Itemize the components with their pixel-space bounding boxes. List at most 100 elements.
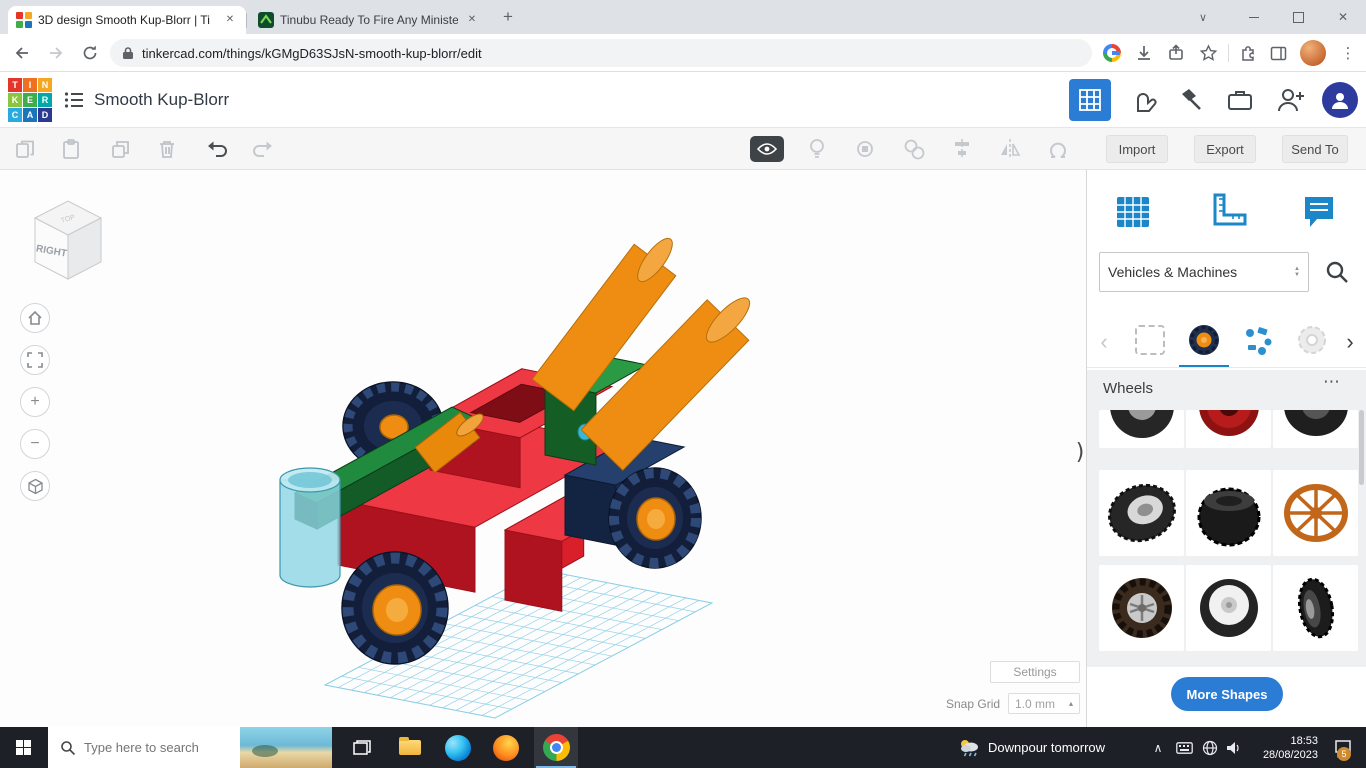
model-right-wheel[interactable] [609, 468, 701, 568]
network-globe-icon[interactable] [1198, 727, 1222, 768]
shape-search-button[interactable] [1315, 252, 1359, 292]
home-view-button[interactable] [20, 303, 50, 333]
carousel-right-icon[interactable]: › [1339, 328, 1361, 356]
3d-viewport[interactable]: TOP RIGHT + − Settings Snap Grid 1.0 mm … [0, 170, 1086, 727]
close-tab-icon[interactable]: ✕ [222, 12, 238, 28]
close-tab-icon[interactable]: ✕ [464, 12, 480, 28]
perspective-toggle-button[interactable] [20, 471, 50, 501]
browser-profile-avatar[interactable] [1300, 40, 1326, 66]
lock-omega-icon[interactable] [1045, 136, 1071, 162]
workplane-tool-icon[interactable] [1103, 184, 1163, 240]
shape-thumb-wagon-wheel[interactable] [1273, 470, 1358, 556]
redo-icon[interactable] [250, 136, 276, 162]
blocks-view-button[interactable] [1069, 79, 1111, 121]
forward-button[interactable] [42, 39, 70, 67]
panel-collapse-handle[interactable]: ) [1072, 432, 1086, 472]
file-explorer-button[interactable] [388, 727, 432, 768]
back-button[interactable] [8, 39, 36, 67]
shape-thumb-partial[interactable] [1273, 410, 1358, 448]
tools-hammer-icon[interactable] [1174, 82, 1210, 118]
ungroup-icon[interactable] [901, 136, 927, 162]
share-icon[interactable] [1164, 41, 1188, 65]
zoom-out-button[interactable]: − [20, 429, 50, 459]
add-person-icon[interactable] [1272, 82, 1308, 118]
design-title[interactable]: Smooth Kup-Blorr [94, 72, 229, 128]
design-list-icon[interactable] [56, 82, 92, 118]
snap-grid-dropdown[interactable]: 1.0 mm ▴ [1008, 693, 1080, 714]
duplicate-icon[interactable] [108, 136, 134, 162]
panel-scrollbar[interactable] [1359, 410, 1364, 485]
task-view-button[interactable] [340, 727, 384, 768]
glove-sim-icon[interactable] [1125, 82, 1161, 118]
carousel-left-icon[interactable]: ‹ [1093, 328, 1115, 356]
inspect-eye-button[interactable] [750, 136, 784, 162]
browser-menu-icon[interactable]: ⋮ [1336, 41, 1360, 65]
section-menu-icon[interactable]: ⋯ [1323, 372, 1340, 392]
taskbar-weather[interactable]: Downpour tomorrow [958, 727, 1138, 768]
import-button[interactable]: Import [1106, 135, 1168, 163]
google-icon[interactable] [1100, 41, 1124, 65]
firefox-button[interactable] [484, 727, 528, 768]
edge-button[interactable] [436, 727, 480, 768]
show-all-bulb-icon[interactable] [804, 136, 830, 162]
new-tab-button[interactable]: + [496, 5, 520, 29]
taskbar-search-box[interactable]: Type here to search [48, 727, 332, 768]
delete-trash-icon[interactable] [154, 136, 180, 162]
send-to-button[interactable]: Send To [1282, 135, 1348, 163]
shape-thumb-whitewall-wheel[interactable] [1186, 565, 1271, 651]
window-minimize-button[interactable] [1232, 0, 1276, 34]
extensions-puzzle-icon[interactable] [1236, 41, 1260, 65]
window-close-button[interactable]: ✕ [1320, 0, 1366, 34]
shape-category-select[interactable]: Vehicles & Machines ▲▼ [1099, 252, 1309, 292]
settings-button[interactable]: Settings [990, 661, 1080, 683]
zoom-in-button[interactable]: + [20, 387, 50, 417]
shape-thumb-partial[interactable] [1186, 410, 1271, 448]
shape-thumb-thin-tire[interactable] [1273, 565, 1358, 651]
edge-icon [445, 735, 471, 761]
shape-grid-scroll-area[interactable]: Wheels ⋯ [1087, 370, 1366, 667]
more-shapes-button[interactable]: More Shapes [1171, 677, 1283, 711]
clock-time: 18:53 [1290, 734, 1318, 748]
view-cube[interactable]: TOP RIGHT [22, 188, 114, 286]
url-field[interactable]: tinkercad.com/things/kGMgD63SJsN-smooth-… [110, 39, 1092, 67]
action-center-button[interactable]: 5 [1326, 727, 1360, 768]
bookmark-star-icon[interactable] [1196, 41, 1220, 65]
shape-thumb-brown-wheel[interactable] [1099, 565, 1184, 651]
carousel-item-parts[interactable] [1233, 315, 1283, 365]
tinkercad-logo[interactable]: TIN KER CAD [8, 78, 52, 122]
carousel-item-gears[interactable] [1287, 315, 1337, 365]
tab-news[interactable]: Tinubu Ready To Fire Any Ministe ✕ [250, 6, 488, 34]
paste-icon[interactable] [58, 136, 84, 162]
briefcase-icon[interactable] [1222, 82, 1258, 118]
carousel-item-select[interactable] [1125, 315, 1175, 365]
notes-tool-icon[interactable] [1289, 184, 1349, 240]
side-panel-icon[interactable] [1266, 41, 1290, 65]
model-cyan-cylinder[interactable] [280, 468, 340, 587]
shape-thumb-partial[interactable] [1099, 410, 1184, 448]
group-icon[interactable] [852, 136, 878, 162]
model-front-left-wheel[interactable] [342, 552, 448, 664]
download-icon[interactable] [1132, 41, 1156, 65]
fit-view-button[interactable] [20, 345, 50, 375]
ruler-tool-icon[interactable] [1199, 184, 1259, 240]
taskbar-clock[interactable]: 18:53 28/08/2023 [1248, 727, 1322, 768]
bing-daily-image[interactable] [240, 727, 332, 768]
mirror-flip-icon[interactable] [997, 136, 1023, 162]
chrome-button[interactable] [534, 727, 578, 768]
tab-tinkercad[interactable]: 3D design Smooth Kup-Blorr | Ti ✕ [8, 6, 246, 34]
align-icon[interactable] [949, 136, 975, 162]
tab-search-caret[interactable]: ∨ [1186, 0, 1220, 34]
start-button[interactable] [0, 727, 46, 768]
touch-keyboard-icon[interactable] [1172, 727, 1196, 768]
undo-icon[interactable] [204, 136, 230, 162]
carousel-item-wheels[interactable] [1179, 315, 1229, 365]
reload-button[interactable] [76, 39, 104, 67]
shape-thumb-black-tire[interactable] [1186, 470, 1271, 556]
tinkercad-avatar[interactable] [1322, 82, 1358, 118]
volume-icon[interactable] [1222, 727, 1246, 768]
shape-thumb-tire-rim[interactable] [1099, 470, 1184, 556]
window-maximize-button[interactable] [1276, 0, 1320, 34]
export-button[interactable]: Export [1194, 135, 1256, 163]
tray-expand-caret[interactable]: ∧ [1146, 727, 1170, 768]
copy-icon[interactable] [12, 136, 38, 162]
